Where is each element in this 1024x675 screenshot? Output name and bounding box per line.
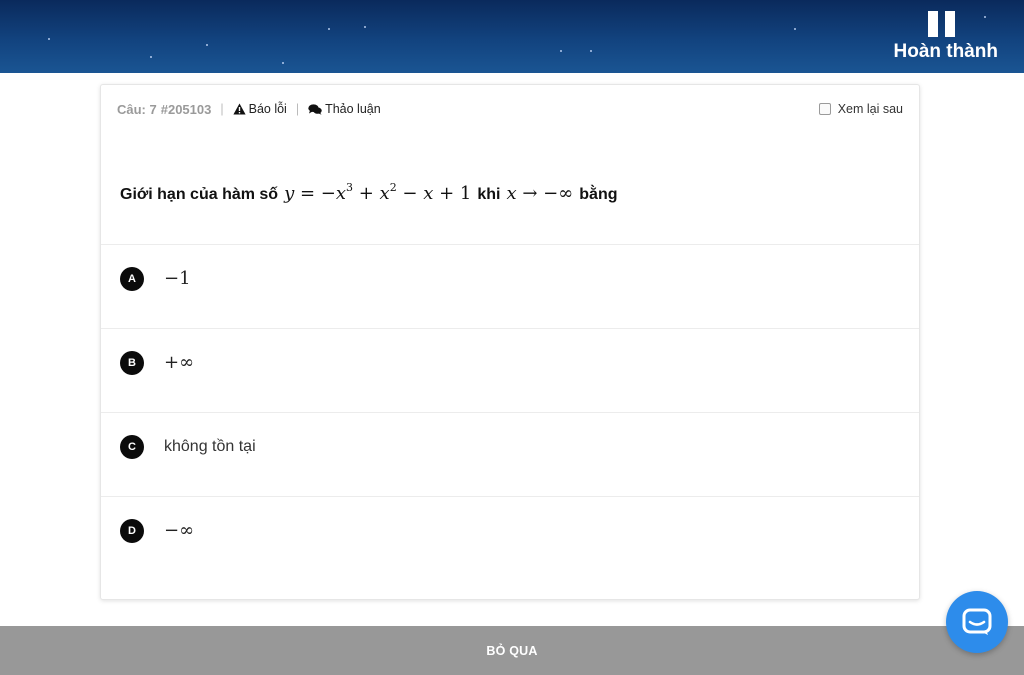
question-meta-row: Câu: 7 #205103 | Báo lỗi | Thảo luận Xem … bbox=[117, 100, 903, 118]
review-later-checkbox[interactable] bbox=[818, 103, 831, 115]
answer-letter-badge: C bbox=[120, 435, 144, 459]
question-card: Câu: 7 #205103 | Báo lỗi | Thảo luận Xem … bbox=[100, 84, 920, 600]
answer-option-b[interactable]: B +∞ bbox=[101, 328, 919, 412]
star-decoration bbox=[48, 38, 50, 40]
answer-letter-badge: B bbox=[120, 351, 144, 375]
question-label: Câu: 7 bbox=[117, 101, 157, 117]
star-decoration bbox=[794, 28, 796, 30]
discussion-link[interactable]: Thảo luận bbox=[308, 102, 381, 116]
top-header: Hoàn thành bbox=[0, 0, 1024, 73]
skip-button[interactable]: BỎ QUA bbox=[0, 626, 1024, 675]
chat-widget-button[interactable] bbox=[946, 591, 1008, 653]
star-decoration bbox=[282, 62, 284, 64]
answer-text: +∞ bbox=[164, 352, 195, 373]
star-decoration bbox=[364, 26, 366, 28]
divider: | bbox=[220, 102, 224, 116]
question-prefix: Giới hạn của hàm số bbox=[120, 186, 279, 203]
star-decoration bbox=[150, 56, 152, 58]
answer-text: không tồn tại bbox=[164, 438, 256, 455]
answer-text: −1 bbox=[164, 268, 191, 289]
answer-option-c[interactable]: C không tồn tại bbox=[101, 412, 919, 496]
discussion-label: Thảo luận bbox=[325, 102, 381, 116]
chat-bubbles-icon bbox=[308, 103, 322, 115]
function-formula: y = −x3 + x2 − x + 1 bbox=[284, 181, 472, 204]
answer-letter-badge: A bbox=[120, 267, 144, 291]
limit-condition: x → −∞ bbox=[506, 183, 574, 204]
pause-icon[interactable] bbox=[928, 11, 956, 37]
question-id: #205103 bbox=[160, 101, 212, 117]
finish-button[interactable]: Hoàn thành bbox=[894, 41, 999, 63]
answer-option-a[interactable]: A −1 bbox=[101, 244, 919, 328]
pause-bar bbox=[928, 11, 938, 37]
question-text: Giới hạn của hàm số y = −x3 + x2 − x + 1… bbox=[120, 181, 900, 204]
pause-bar bbox=[945, 11, 955, 37]
warning-icon bbox=[233, 103, 246, 115]
question-number: Câu: 7 #205103 bbox=[117, 102, 211, 117]
answer-list: A −1 B +∞ C không tồn tại D −∞ bbox=[101, 244, 919, 580]
star-decoration bbox=[984, 16, 986, 18]
chat-icon bbox=[962, 608, 992, 635]
review-later[interactable]: Xem lại sau bbox=[818, 102, 903, 116]
answer-letter-badge: D bbox=[120, 519, 144, 543]
answer-text: −∞ bbox=[164, 520, 195, 541]
report-error-label: Báo lỗi bbox=[248, 102, 287, 116]
star-decoration bbox=[590, 50, 592, 52]
question-suffix: bằng bbox=[579, 186, 618, 203]
question-middle: khi bbox=[477, 186, 501, 203]
report-error-link[interactable]: Báo lỗi bbox=[233, 102, 287, 116]
star-decoration bbox=[206, 44, 208, 46]
divider: | bbox=[295, 102, 300, 116]
star-decoration bbox=[560, 50, 562, 52]
review-later-label: Xem lại sau bbox=[837, 102, 903, 116]
answer-option-d[interactable]: D −∞ bbox=[101, 496, 919, 580]
star-decoration bbox=[328, 28, 330, 30]
